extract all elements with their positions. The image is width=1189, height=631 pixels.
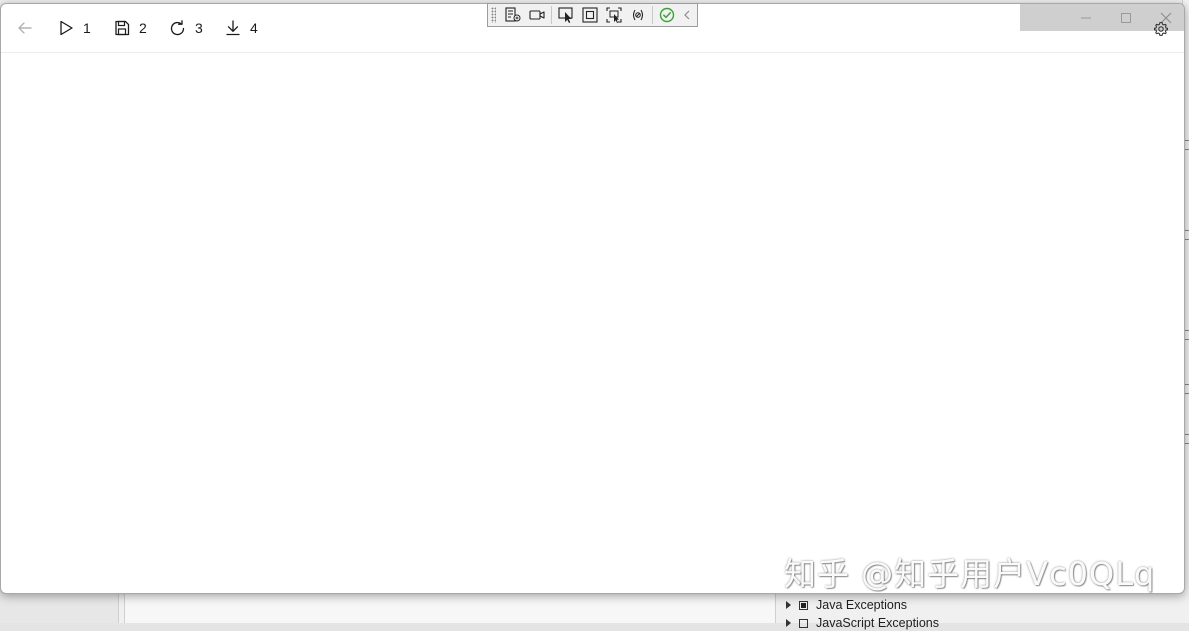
- hot-reload-status-button[interactable]: [655, 4, 679, 26]
- debug-toolbar: [487, 3, 698, 27]
- exception-checkbox[interactable]: [799, 618, 808, 628]
- exception-label: Java Exceptions: [816, 598, 908, 612]
- select-element-button[interactable]: [554, 4, 578, 26]
- arrow-left-icon: [18, 22, 32, 34]
- play-button[interactable]: 1: [57, 16, 91, 40]
- toolbar-grip-handle[interactable]: [491, 7, 496, 23]
- minimize-icon: [1081, 17, 1091, 19]
- record-icon: [529, 10, 545, 20]
- download-button-label: 4: [250, 20, 258, 36]
- save-icon: [115, 20, 130, 36]
- back-button[interactable]: [15, 16, 35, 40]
- background-pane-middle: [124, 593, 776, 623]
- toolbar-separator: [551, 6, 552, 24]
- content-area: [1, 53, 1184, 593]
- binding-failures-icon: [632, 9, 644, 21]
- track-focused-element-button[interactable]: [602, 4, 626, 26]
- settings-button[interactable]: [1151, 19, 1171, 39]
- exception-checkbox[interactable]: [799, 600, 808, 610]
- download-button[interactable]: 4: [224, 16, 258, 40]
- app-window: 1 2 3 4: [0, 3, 1185, 594]
- record-button[interactable]: [525, 4, 549, 26]
- hot-reload-ok-icon: [659, 7, 675, 23]
- save-button[interactable]: 2: [113, 16, 147, 40]
- background-marker: [1185, 140, 1189, 150]
- binding-failures-button[interactable]: [626, 4, 650, 26]
- background-pane-left: [0, 593, 119, 623]
- toolbar-separator: [652, 6, 653, 24]
- maximize-button[interactable]: [1111, 7, 1141, 29]
- minimize-button[interactable]: [1071, 7, 1101, 29]
- display-layout-adorners-button[interactable]: [578, 4, 602, 26]
- exception-label: JavaScript Exceptions: [816, 616, 939, 630]
- exception-setting-row[interactable]: Java Exceptions: [786, 597, 907, 613]
- background-marker: [1185, 230, 1189, 240]
- play-icon: [60, 20, 73, 36]
- background-marker: [1185, 434, 1189, 444]
- live-visual-tree-icon: [505, 7, 521, 22]
- save-button-label: 2: [139, 20, 147, 36]
- select-element-icon: [558, 7, 573, 23]
- exception-setting-row[interactable]: JavaScript Exceptions: [786, 615, 939, 631]
- expand-arrow-icon[interactable]: [786, 619, 791, 627]
- refresh-button-label: 3: [195, 20, 203, 36]
- collapse-toolbar-button[interactable]: [679, 4, 695, 26]
- refresh-icon: [170, 19, 185, 35]
- refresh-button[interactable]: 3: [168, 16, 203, 40]
- display-layout-adorners-icon: [582, 7, 598, 23]
- track-focused-element-icon: [606, 7, 622, 23]
- download-icon: [226, 20, 240, 36]
- gear-icon: [1153, 21, 1169, 36]
- background-marker: [1185, 384, 1189, 394]
- expand-arrow-icon[interactable]: [786, 601, 791, 609]
- maximize-icon: [1121, 13, 1131, 23]
- collapse-toolbar-icon: [684, 10, 690, 20]
- live-visual-tree-button[interactable]: [501, 4, 525, 26]
- background-marker: [1185, 330, 1189, 340]
- play-button-label: 1: [83, 20, 91, 36]
